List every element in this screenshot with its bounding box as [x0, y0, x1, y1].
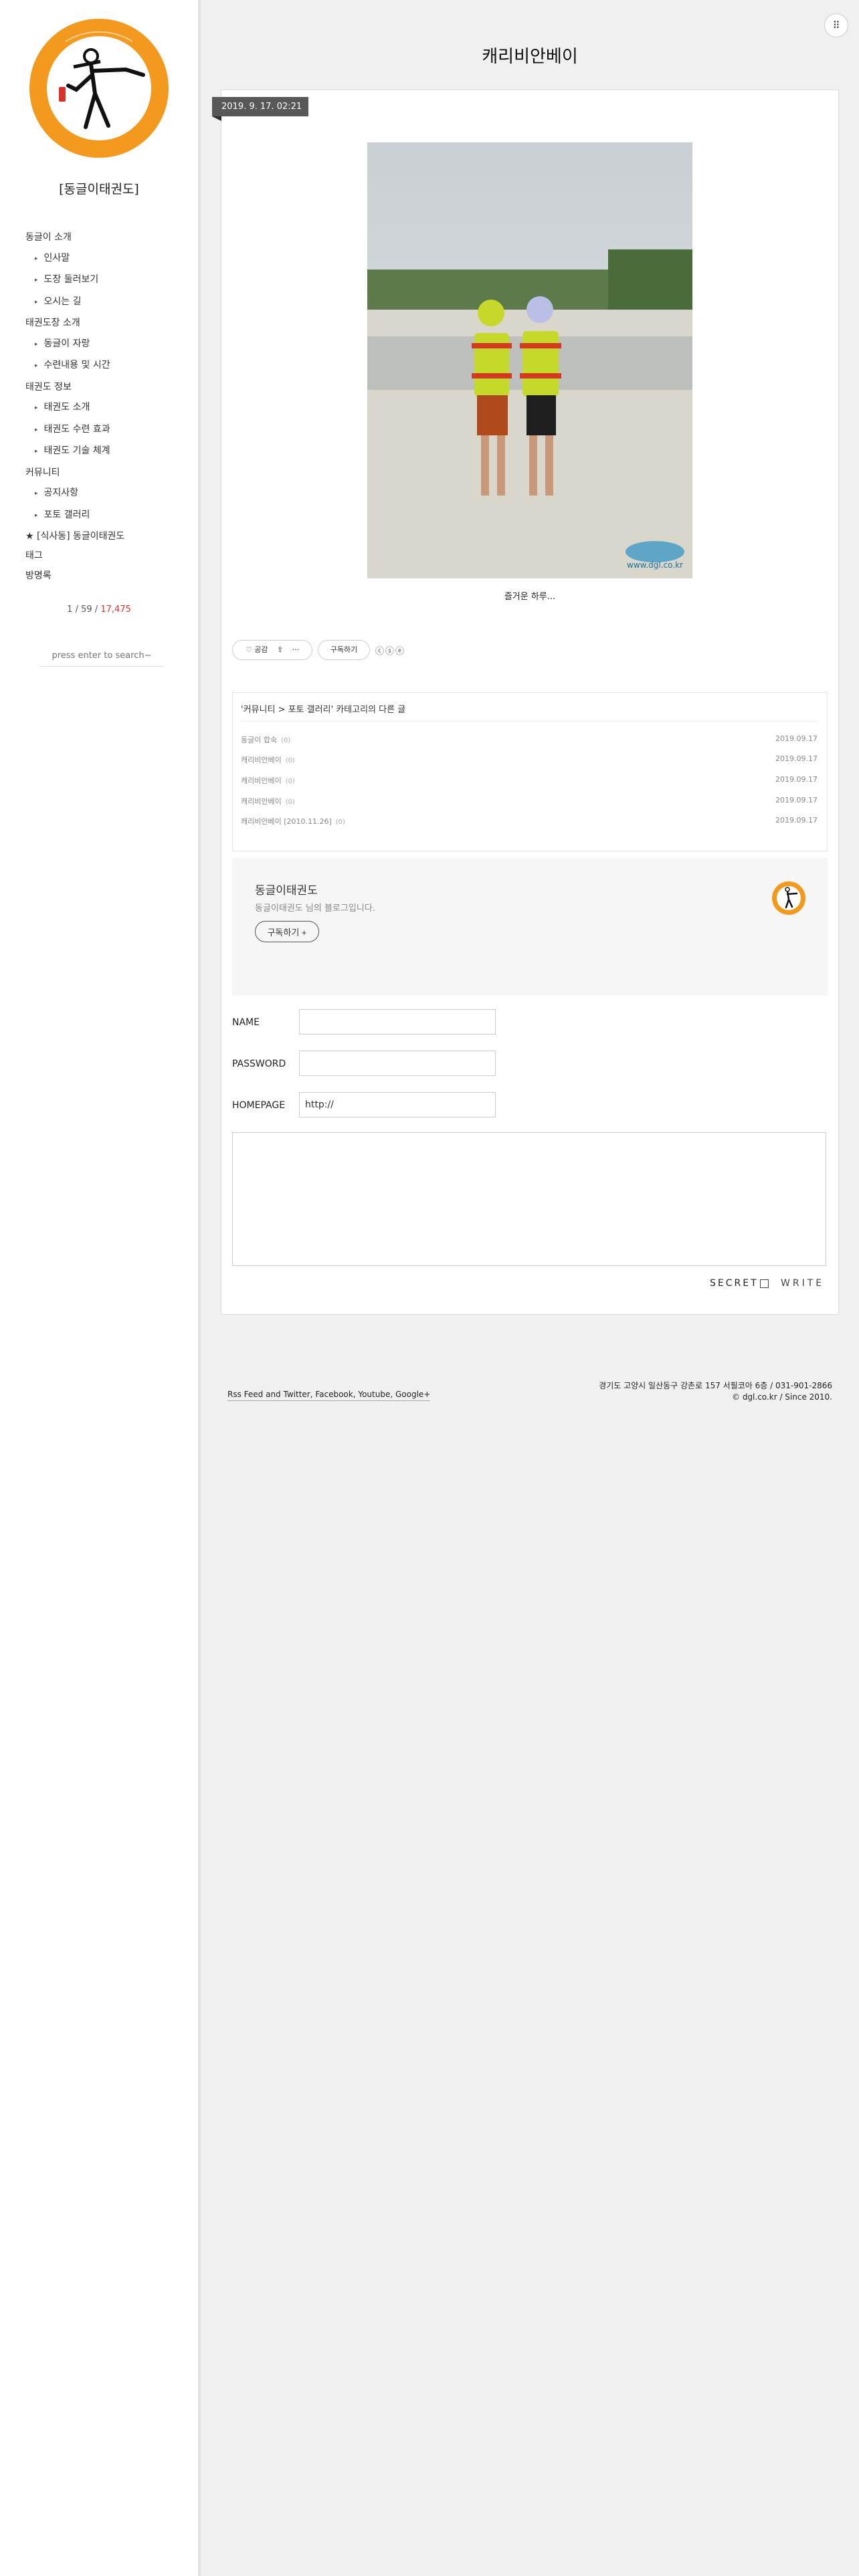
- nav-item-gallery[interactable]: 포토 갤러리: [25, 505, 186, 527]
- subscribe-button[interactable]: 구독하기 +: [255, 921, 319, 942]
- related-posts: '커뮤니티 > 포토 갤러리' 카테고리의 다른 글 동글이 합숙 (0) 201…: [232, 692, 828, 851]
- related-title[interactable]: 캐리비안베이: [241, 797, 282, 806]
- guestbook-link[interactable]: 방명록: [25, 566, 52, 586]
- nav-item-directions[interactable]: 오시는 길: [25, 292, 186, 314]
- nav-item-tkd-intro[interactable]: 태권도 소개: [25, 397, 186, 419]
- subscribe-pill-button[interactable]: 구독하기: [318, 640, 370, 660]
- blog-logo[interactable]: [25, 15, 173, 162]
- blog-title[interactable]: [동글이태권도]: [0, 179, 198, 197]
- name-label: NAME: [232, 1017, 260, 1028]
- category-nav: 동글이 소개 인사말 도장 둘러보기 오시는 길 태권도장 소개 동글이 자랑 …: [25, 227, 186, 547]
- nav-item-pride[interactable]: 동글이 자랑: [25, 334, 186, 356]
- related-date: 2019.09.17: [775, 816, 818, 825]
- visitor-counter: 1 / 59 / 17,475: [0, 605, 198, 615]
- nav-item-community[interactable]: 커뮤니티: [25, 463, 186, 484]
- post-title: 캐리비안베이: [482, 47, 578, 67]
- footer-copyright: © dgl.co.kr / Since 2010.: [732, 1392, 832, 1402]
- counter-yesterday: 59: [81, 605, 92, 615]
- write-button[interactable]: WRITE: [781, 1278, 824, 1289]
- counter-sep-1: /: [72, 605, 82, 615]
- post-date: 2019. 9. 17. 02:21: [212, 97, 309, 121]
- nav-item-tour[interactable]: 도장 둘러보기: [25, 270, 186, 292]
- related-title[interactable]: 캐리비안베이 [2010.11.26]: [241, 817, 332, 826]
- counter-sep-2: /: [92, 605, 101, 615]
- related-count: (0): [335, 819, 345, 826]
- secret-checkbox[interactable]: [759, 1279, 769, 1288]
- related-row[interactable]: 동글이 합숙 (0) 2019.09.17: [241, 734, 818, 748]
- search-input[interactable]: [40, 645, 163, 667]
- subscribe-blog-name[interactable]: 동글이태권도: [255, 881, 318, 897]
- related-row[interactable]: 캐리비안베이 (0) 2019.09.17: [241, 775, 818, 788]
- related-count: (0): [281, 737, 291, 744]
- nav-item-tkd-techniques[interactable]: 태권도 기술 체계: [25, 441, 186, 463]
- nav-item-greeting[interactable]: 인사말: [25, 248, 186, 270]
- footer-info: 경기도 고양시 일산동구 강촌로 157 서필코아 6층 / 031-901-2…: [522, 1380, 832, 1403]
- related-count: (0): [285, 757, 295, 764]
- subscribe-box: 동글이태권도 동글이태권도 님의 블로그입니다. 구독하기 +: [232, 858, 828, 996]
- related-heading[interactable]: '커뮤니티 > 포토 갤러리' 카테고리의 다른 글: [241, 702, 405, 715]
- nav-item-tkd-effects[interactable]: 태권도 수련 효과: [25, 419, 186, 441]
- related-count: (0): [285, 778, 295, 785]
- nav-item-intro[interactable]: 동글이 소개: [25, 227, 186, 248]
- menu-button[interactable]: ⠿: [824, 13, 848, 37]
- nav-item-dojang[interactable]: 태권도장 소개: [25, 313, 186, 334]
- password-label: PASSWORD: [232, 1059, 286, 1069]
- related-divider: [241, 721, 818, 722]
- related-row[interactable]: 캐리비안베이 [2010.11.26] (0) 2019.09.17: [241, 816, 818, 829]
- footer-links[interactable]: Rss Feed and Twitter, Facebook, Youtube,…: [227, 1390, 431, 1401]
- homepage-field[interactable]: [299, 1092, 496, 1117]
- post-card: 2019. 9. 17. 02:21 www.dgl.co.kr 즐거운 하루.…: [212, 90, 839, 1315]
- menu-dots-icon: ⠿: [832, 19, 840, 31]
- nav-item-notice[interactable]: 공지사항: [25, 483, 186, 505]
- related-date: 2019.09.17: [775, 796, 818, 804]
- secondary-nav: 태그 방명록: [25, 546, 52, 586]
- footer-address: 경기도 고양시 일산동구 강촌로 157 서필코아 6층 / 031-901-2…: [599, 1381, 832, 1390]
- heart-icon[interactable]: ♡: [246, 645, 252, 654]
- name-field[interactable]: [299, 1009, 496, 1035]
- secret-toggle[interactable]: SECRET: [710, 1278, 769, 1289]
- related-date: 2019.09.17: [775, 775, 818, 784]
- nav-item-featured[interactable]: ★ [식사동] 동글이태권도: [25, 526, 186, 547]
- sidebar: [동글이태권도] 동글이 소개 인사말 도장 둘러보기 오시는 길 태권도장 소…: [0, 0, 201, 2576]
- related-row[interactable]: 캐리비안베이 (0) 2019.09.17: [241, 754, 818, 768]
- homepage-label: HOMEPAGE: [232, 1100, 286, 1111]
- related-title[interactable]: 동글이 합숙: [241, 736, 277, 744]
- photo-watermark: www.dgl.co.kr: [627, 560, 683, 570]
- tag-link[interactable]: 태그: [25, 546, 52, 566]
- subscribe-logo-icon[interactable]: [771, 881, 806, 916]
- subscribe-desc: 동글이태권도 님의 블로그입니다.: [255, 903, 375, 914]
- photo-caption: 즐거운 하루...: [504, 592, 556, 602]
- nav-item-info[interactable]: 태권도 정보: [25, 377, 186, 398]
- share-icon[interactable]: ⇪: [277, 645, 283, 654]
- counter-total: 17,475: [100, 605, 131, 615]
- related-date: 2019.09.17: [775, 734, 818, 743]
- related-count: (0): [285, 798, 295, 806]
- related-title[interactable]: 캐리비안베이: [241, 776, 282, 785]
- post-photo[interactable]: www.dgl.co.kr: [367, 142, 692, 578]
- password-field[interactable]: [299, 1051, 496, 1076]
- related-date: 2019.09.17: [775, 754, 818, 763]
- related-row[interactable]: 캐리비안베이 (0) 2019.09.17: [241, 796, 818, 809]
- comment-textarea[interactable]: [232, 1132, 826, 1266]
- like-share-group: ♡ 공감 ⇪ ···: [232, 640, 312, 660]
- ccl-license-icon[interactable]: ⓒⓢⓔ: [375, 644, 405, 657]
- secret-label: SECRET: [710, 1278, 759, 1289]
- like-label[interactable]: 공감: [254, 645, 268, 654]
- related-title[interactable]: 캐리비안베이: [241, 756, 282, 764]
- nav-item-schedule[interactable]: 수련내용 및 시간: [25, 355, 186, 377]
- more-icon[interactable]: ···: [292, 645, 300, 654]
